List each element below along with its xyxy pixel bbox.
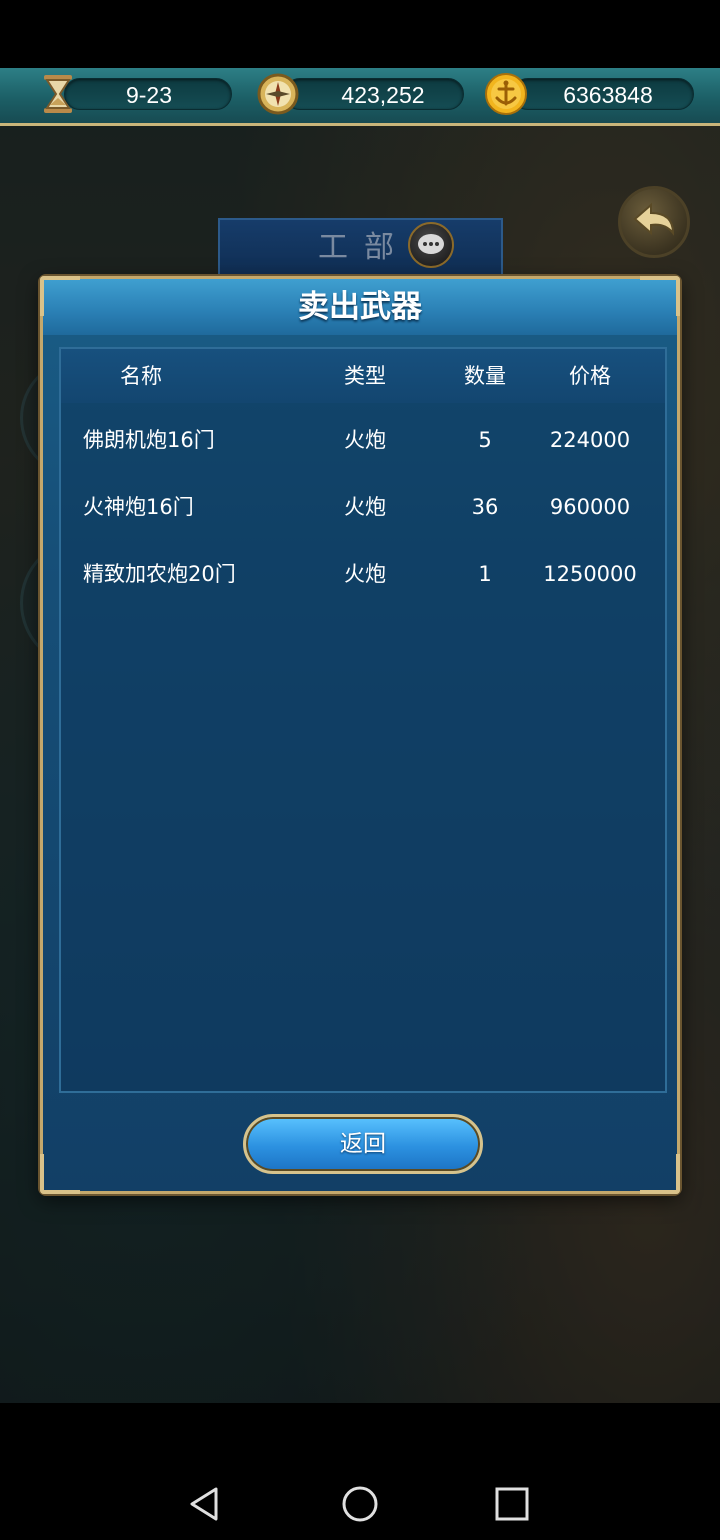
compass-pill: 423,252 — [284, 78, 464, 110]
department-title: 工部 — [318, 230, 410, 265]
return-button-label: 返回 — [340, 1131, 386, 1157]
dialog-title: 卖出武器 — [298, 289, 422, 325]
chat-bubble-icon[interactable] — [408, 222, 454, 268]
nav-recents-icon[interactable] — [489, 1481, 535, 1527]
weapon-quantity: 1 — [478, 562, 492, 586]
gold-value: 6363848 — [563, 82, 653, 108]
column-header-quantity: 数量 — [464, 364, 506, 388]
status-bar — [0, 0, 720, 68]
corner-ornament — [640, 1154, 680, 1194]
sell-weapons-dialog: 卖出武器 名称 类型 数量 价格 佛朗机炮16门 火炮 5 224000 火神炮… — [40, 276, 680, 1194]
weapon-name: 精致加农炮20门 — [83, 562, 236, 586]
weapon-quantity: 36 — [471, 495, 499, 519]
table-row[interactable]: 佛朗机炮16门 火炮 5 224000 — [61, 413, 665, 467]
date-pill: 9-23 — [64, 78, 232, 110]
table-header: 名称 类型 数量 价格 — [61, 349, 665, 403]
weapon-price: 224000 — [549, 428, 631, 452]
weapon-type: 火炮 — [344, 562, 386, 586]
resource-bar: 9-23 423,252 6363848 — [0, 68, 720, 126]
column-header-price: 价格 — [569, 364, 611, 388]
weapons-table: 名称 类型 数量 价格 佛朗机炮16门 火炮 5 224000 火神炮16门 火… — [59, 347, 667, 1093]
column-header-name: 名称 — [120, 364, 162, 388]
corner-ornament — [40, 1154, 80, 1194]
weapon-name: 佛朗机炮16门 — [83, 428, 215, 452]
back-arrow-icon[interactable] — [618, 186, 690, 258]
return-button[interactable]: 返回 — [243, 1114, 483, 1174]
nav-home-icon[interactable] — [337, 1481, 383, 1527]
weapon-type: 火炮 — [344, 495, 386, 519]
corner-ornament — [40, 276, 80, 316]
android-nav-bar — [0, 1403, 720, 1540]
nav-back-icon[interactable] — [182, 1481, 228, 1527]
weapon-price: 1250000 — [543, 562, 637, 586]
weapon-quantity: 5 — [478, 428, 492, 452]
column-header-type: 类型 — [344, 364, 386, 388]
gold-pill: 6363848 — [512, 78, 694, 110]
table-row[interactable]: 精致加农炮20门 火炮 1 1250000 — [61, 547, 665, 601]
weapon-name: 火神炮16门 — [83, 495, 194, 519]
weapon-type: 火炮 — [344, 428, 386, 452]
compass-value: 423,252 — [341, 82, 425, 108]
gold-coin-anchor-icon — [484, 72, 528, 116]
hourglass-icon — [36, 72, 80, 116]
table-row[interactable]: 火神炮16门 火炮 36 960000 — [61, 480, 665, 534]
weapon-price: 960000 — [549, 495, 631, 519]
compass-icon — [256, 72, 300, 116]
date-value: 9-23 — [125, 82, 173, 108]
corner-ornament — [640, 276, 680, 316]
